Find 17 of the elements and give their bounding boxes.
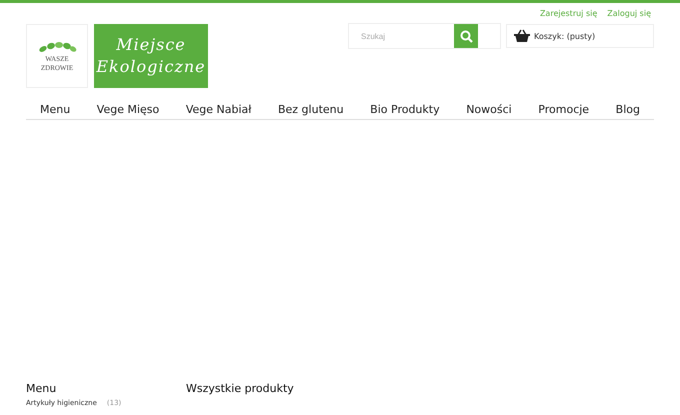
section-title: Wszystkie produkty xyxy=(186,382,294,397)
leaves-icon xyxy=(37,40,77,54)
sidebar-title: Menu xyxy=(26,382,58,396)
nav-item[interactable]: Menu xyxy=(40,103,70,116)
search-button[interactable] xyxy=(454,24,478,48)
logo-title: Miejsce xyxy=(116,34,186,56)
nav-item[interactable]: Vege Mięso xyxy=(96,103,160,116)
nav-item[interactable]: Promocje xyxy=(538,103,590,116)
logo-title: Ekologiczne xyxy=(96,56,206,78)
cart-button[interactable]: Koszyk: (pusty) xyxy=(506,24,654,48)
nav-item[interactable]: Nowości xyxy=(466,103,512,116)
basket-icon xyxy=(514,29,530,43)
nav-item[interactable]: Blog xyxy=(616,103,640,116)
search-icon xyxy=(460,30,472,42)
nav-item[interactable]: Bez glutenu xyxy=(278,103,344,116)
nav-item[interactable]: Vege Nabiał xyxy=(186,103,252,116)
nav-item[interactable]: Bio Produkty xyxy=(370,103,440,116)
